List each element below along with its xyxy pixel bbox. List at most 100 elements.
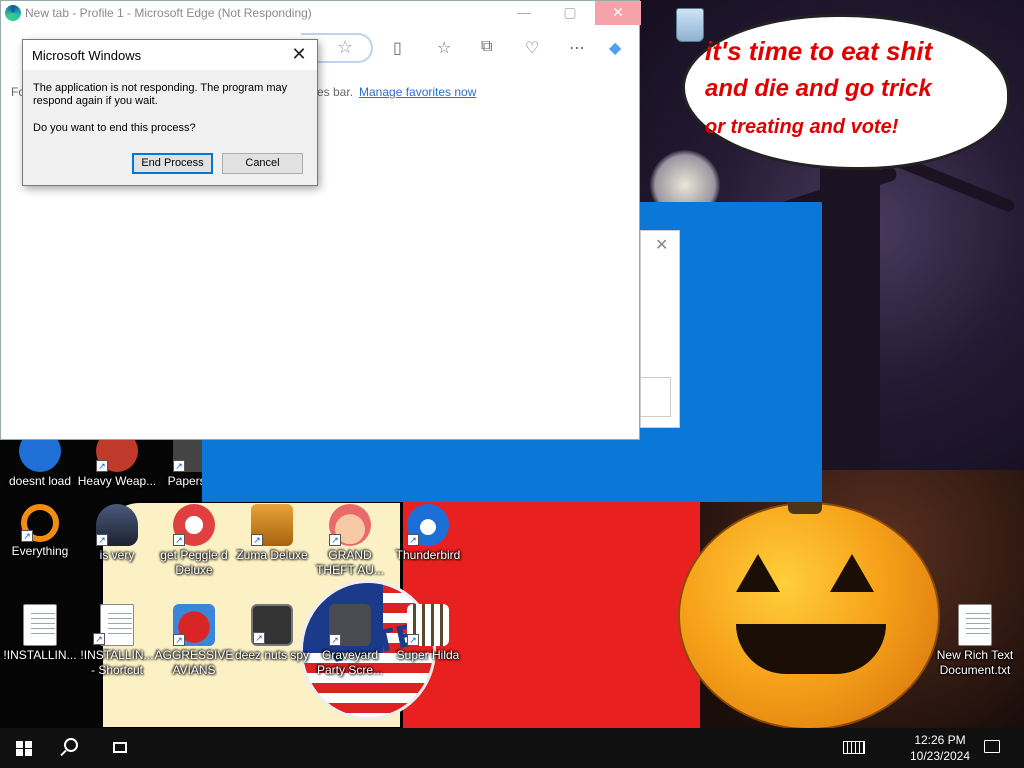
app-icon: ↗ xyxy=(251,604,293,646)
desktop-icon[interactable]: ↗ Thunderbird xyxy=(388,504,468,563)
shortcut-arrow-icon: ↗ xyxy=(329,634,341,646)
thunderbird-icon: ↗ xyxy=(407,504,449,546)
edge-window-title: New tab - Profile 1 - Microsoft Edge (No… xyxy=(25,6,312,20)
task-view-button[interactable] xyxy=(96,728,144,768)
desktop-icon-label: !INSTALLIN... - Shortcut xyxy=(80,648,154,677)
favorites-bar-hint: es bar. xyxy=(317,85,354,99)
browser-essentials-icon[interactable]: ♡ xyxy=(525,38,539,58)
minimize-button[interactable]: — xyxy=(501,1,547,25)
shortcut-arrow-icon: ↗ xyxy=(93,633,105,645)
task-view-icon xyxy=(113,742,127,753)
shortcut-arrow-icon: ↗ xyxy=(173,634,185,646)
desktop-icon-label: is very xyxy=(99,548,135,562)
desktop-icon[interactable]: ↗ GRAND THEFT AU... xyxy=(310,504,390,578)
desktop-icon-label: GRAND THEFT AU... xyxy=(316,548,384,577)
more-icon[interactable]: ⋯ xyxy=(569,38,585,58)
desktop-icon-label: Super Hilda xyxy=(396,648,460,662)
document-icon xyxy=(23,604,57,646)
desktop-icon[interactable]: ↗ Super Hilda xyxy=(388,604,468,663)
desktop-icon-label: Heavy Weap... xyxy=(77,474,157,488)
angry-birds-icon: ↗ xyxy=(173,604,215,646)
shortcut-arrow-icon: ↗ xyxy=(253,632,265,644)
pumpkin-eye xyxy=(736,554,780,592)
search-icon-handle xyxy=(60,749,67,757)
shortcut-arrow-icon: ↗ xyxy=(251,534,263,546)
speech-line: or treating and vote! xyxy=(705,116,899,138)
speech-bubble-text: it's time to eat shit and die and go tri… xyxy=(705,32,1005,146)
zuma-icon: ↗ xyxy=(251,504,293,546)
split-screen-icon[interactable]: ▯ xyxy=(393,38,402,58)
favorites-icon[interactable]: ☆ xyxy=(437,38,451,58)
app-icon: ↗ xyxy=(96,504,138,546)
speech-line: it's time to eat shit xyxy=(705,36,933,66)
background-dialog: ✕ xyxy=(640,230,680,428)
end-process-button[interactable]: End Process xyxy=(132,153,213,174)
shortcut-arrow-icon: ↗ xyxy=(21,530,33,542)
app-icon: ↗ xyxy=(407,604,449,646)
pumpkin-mouth xyxy=(736,624,886,674)
document-icon: ↗ xyxy=(93,604,134,646)
collections-icon[interactable]: ⧉ xyxy=(481,38,492,56)
shortcut-arrow-icon: ↗ xyxy=(407,634,419,646)
touch-keyboard-button[interactable] xyxy=(836,736,872,760)
notification-center-button[interactable] xyxy=(980,736,1004,760)
maximize-button[interactable]: ▢ xyxy=(547,1,593,25)
desktop-icon-label: Zuma Deluxe xyxy=(236,548,308,562)
background-dialog-field[interactable] xyxy=(641,377,671,417)
dialog-message: The application is not responding. The p… xyxy=(33,82,288,107)
document-icon xyxy=(958,604,992,646)
taskbar: 12:26 PM 10/23/2024 xyxy=(0,728,1024,768)
copilot-icon[interactable]: ◆ xyxy=(609,38,621,58)
desktop-icon-label: get Peggle d Deluxe xyxy=(160,548,228,577)
desktop-icon[interactable]: ↗ AGGRESSIVE AVIANS xyxy=(154,604,234,678)
dialog-close-button[interactable]: ✕ xyxy=(287,43,311,67)
start-button[interactable] xyxy=(0,728,48,768)
dialog-title: Microsoft Windows xyxy=(32,48,142,63)
desktop-icon-label: Everything xyxy=(11,544,69,558)
desktop-icon[interactable]: ↗ Graveyard Party Scre... xyxy=(310,604,390,678)
desktop-icon-label: AGGRESSIVE AVIANS xyxy=(154,648,234,677)
desktop-icon[interactable]: ↗ get Peggle d Deluxe xyxy=(154,504,234,578)
desktop-icon[interactable]: ↗ Zuma Deluxe xyxy=(232,504,312,563)
shortcut-arrow-icon: ↗ xyxy=(407,534,419,546)
keyboard-icon xyxy=(843,741,865,754)
manage-favorites-link[interactable]: Manage favorites now xyxy=(359,85,476,99)
recycle-bin-icon[interactable] xyxy=(668,4,712,50)
shortcut-arrow-icon: ↗ xyxy=(173,534,185,546)
everything-icon: ↗ xyxy=(21,504,59,542)
desktop-icon-label: deez nuts spy xyxy=(234,648,310,662)
cancel-button[interactable]: Cancel xyxy=(222,153,303,174)
shortcut-arrow-icon: ↗ xyxy=(96,534,108,546)
speech-line: and die and go trick xyxy=(705,75,932,102)
peggle-icon: ↗ xyxy=(173,504,215,546)
wallpaper-tree xyxy=(820,140,880,470)
shortcut-arrow-icon: ↗ xyxy=(329,534,341,546)
desktop-icon-label: Thunderbird xyxy=(395,548,461,562)
shortcut-arrow-icon: ↗ xyxy=(96,460,108,472)
pumpkin-image xyxy=(678,484,940,728)
desktop-icon[interactable]: New Rich Text Document.txt xyxy=(935,604,1015,678)
desktop-icon[interactable]: ↗ Everything xyxy=(0,504,80,559)
search-button[interactable] xyxy=(48,728,96,768)
close-button[interactable]: ✕ xyxy=(595,1,641,25)
desktop-icon[interactable]: ↗ is very xyxy=(77,504,157,563)
edge-logo-icon xyxy=(5,5,21,21)
desktop-icon-label: !INSTALLIN... xyxy=(3,648,77,662)
desktop-icon[interactable]: !INSTALLIN... xyxy=(0,604,80,663)
pumpkin-eye xyxy=(830,554,874,592)
notification-icon xyxy=(984,740,1000,753)
desktop-icon[interactable]: ↗ deez nuts spy xyxy=(232,604,312,663)
shortcut-arrow-icon: ↗ xyxy=(173,460,185,472)
edge-title-bar[interactable]: New tab - Profile 1 - Microsoft Edge (No… xyxy=(1,1,641,25)
close-icon[interactable]: ✕ xyxy=(655,235,668,255)
desktop-icon-label: New Rich Text Document.txt xyxy=(936,648,1014,677)
dialog-title-bar[interactable]: Microsoft Windows ✕ xyxy=(23,40,317,70)
not-responding-dialog: Microsoft Windows ✕ The application is n… xyxy=(22,39,318,186)
app-icon: ↗ xyxy=(329,504,371,546)
desktop-icon[interactable]: ↗ !INSTALLIN... - Shortcut xyxy=(77,604,157,678)
desktop-icon-label: doesnt load xyxy=(8,474,72,488)
app-icon: ↗ xyxy=(329,604,371,646)
windows-logo-icon xyxy=(16,741,32,756)
recycle-bin-glyph xyxy=(676,8,704,42)
favorite-star-icon[interactable]: ☆ xyxy=(337,37,353,58)
